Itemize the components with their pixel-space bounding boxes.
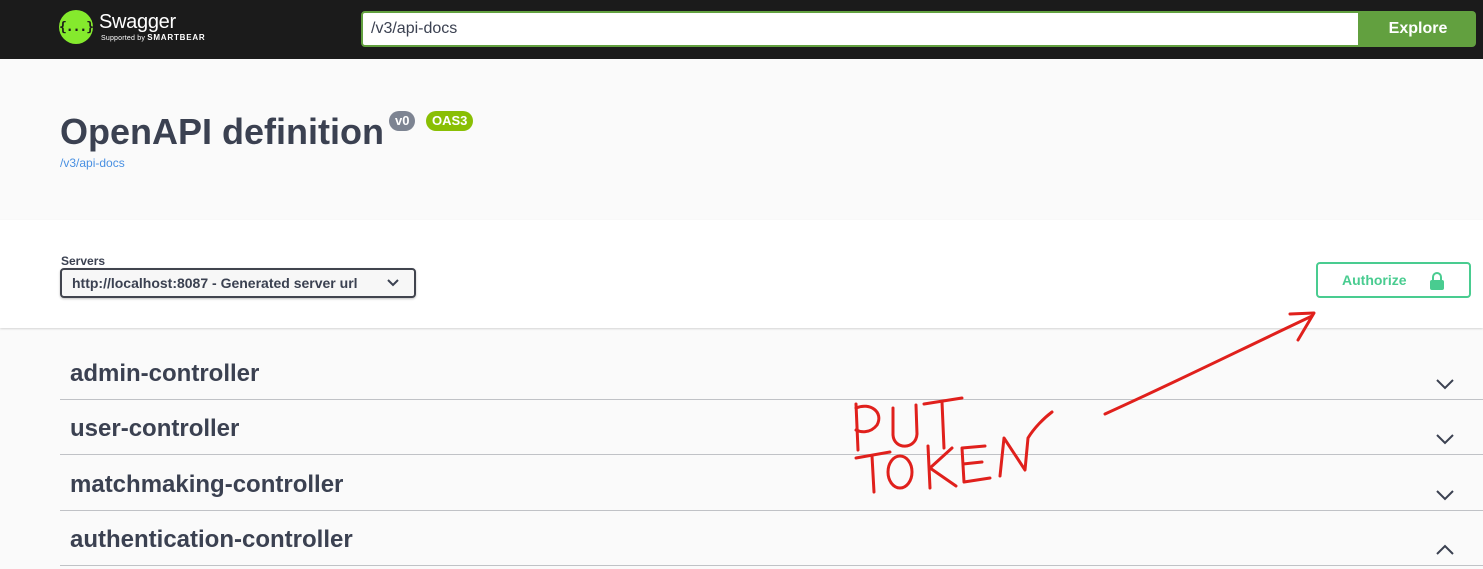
authorize-button[interactable]: Authorize bbox=[1316, 262, 1471, 298]
logo-subtitle: Supported by SMARTBEAR bbox=[101, 33, 206, 44]
server-select[interactable]: http://localhost:8087 - Generated server… bbox=[60, 268, 416, 298]
tag-name: user-controller bbox=[70, 415, 240, 442]
chevron-down-icon[interactable] bbox=[1435, 378, 1455, 390]
info-section: OpenAPI definition v0 OAS3 /v3/api-docs bbox=[0, 59, 1483, 220]
tag-section-admin-controller[interactable]: admin-controller bbox=[60, 344, 1483, 400]
logo-text: Swagger Supported by SMARTBEAR bbox=[99, 11, 206, 44]
lock-icon bbox=[1430, 272, 1444, 290]
tag-section-user-controller[interactable]: user-controller bbox=[60, 399, 1483, 455]
api-docs-link[interactable]: /v3/api-docs bbox=[60, 156, 125, 170]
spec-url-input[interactable] bbox=[361, 11, 1360, 47]
logo-name: Swagger bbox=[99, 10, 176, 33]
tag-name: matchmaking-controller bbox=[70, 471, 344, 498]
logo-sub-prefix: Supported by bbox=[101, 34, 146, 42]
swagger-logo-icon: {...} bbox=[59, 10, 94, 44]
chevron-down-icon[interactable] bbox=[1435, 433, 1455, 445]
chevron-down-icon bbox=[387, 279, 399, 287]
swagger-logo[interactable]: {...} Swagger Supported by SMARTBEAR bbox=[59, 10, 206, 44]
chevron-up-icon[interactable] bbox=[1435, 544, 1455, 556]
logo-sub-brand: SMARTBEAR bbox=[147, 32, 206, 42]
selected-server: http://localhost:8087 - Generated server… bbox=[72, 275, 358, 291]
servers-label: Servers bbox=[61, 254, 106, 268]
top-bar: {...} Swagger Supported by SMARTBEAR Exp… bbox=[0, 0, 1483, 59]
authorize-label: Authorize bbox=[1342, 272, 1407, 288]
tag-name: admin-controller bbox=[70, 360, 260, 387]
oas-badge: OAS3 bbox=[426, 111, 474, 131]
explore-button[interactable]: Explore bbox=[1360, 11, 1476, 47]
chevron-down-icon[interactable] bbox=[1435, 489, 1455, 501]
scheme-container: Servers http://localhost:8087 - Generate… bbox=[0, 220, 1483, 328]
version-badge: v0 bbox=[389, 111, 416, 131]
tag-section-matchmaking-controller[interactable]: matchmaking-controller bbox=[60, 455, 1483, 511]
page-title: OpenAPI definition bbox=[60, 111, 384, 152]
tag-name: authentication-controller bbox=[70, 526, 353, 553]
tag-section-authentication-controller[interactable]: authentication-controller bbox=[60, 510, 1483, 566]
